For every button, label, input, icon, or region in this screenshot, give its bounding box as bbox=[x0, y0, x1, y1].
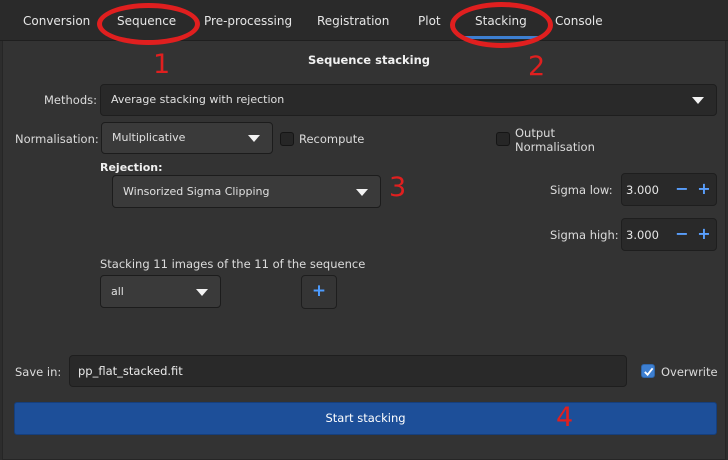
add-filter-button[interactable]: + bbox=[301, 275, 337, 309]
output-normalisation-label: Output Normalisation bbox=[515, 126, 595, 154]
checkmark-icon bbox=[644, 367, 654, 377]
tab-plot[interactable]: Plot bbox=[418, 0, 441, 40]
annotation-number-1: 1 bbox=[153, 49, 171, 80]
minus-icon[interactable]: − bbox=[674, 226, 690, 242]
plus-icon: + bbox=[311, 281, 327, 301]
page-title: Sequence stacking bbox=[308, 53, 431, 67]
plus-icon[interactable]: + bbox=[696, 226, 712, 242]
normalisation-dropdown[interactable]: Multiplicative bbox=[101, 122, 273, 154]
dropdown-arrow-icon bbox=[248, 135, 260, 142]
dropdown-arrow-icon bbox=[196, 288, 208, 296]
start-stacking-button[interactable]: Start stacking bbox=[14, 402, 717, 435]
methods-dropdown-value: Average stacking with rejection bbox=[111, 93, 285, 106]
recompute-checkbox[interactable] bbox=[280, 132, 294, 146]
annotation-ellipse-sequence bbox=[97, 3, 200, 45]
plus-icon[interactable]: + bbox=[696, 181, 712, 197]
save-in-label: Save in: bbox=[15, 365, 62, 379]
tab-pre-processing[interactable]: Pre-processing bbox=[204, 0, 292, 40]
annotation-number-2: 2 bbox=[528, 51, 546, 82]
normalisation-label: Normalisation: bbox=[15, 132, 99, 146]
minus-icon[interactable]: − bbox=[674, 181, 690, 197]
sigma-low-label: Sigma low: bbox=[550, 183, 613, 197]
output-filename-input[interactable]: pp_flat_stacked.fit bbox=[69, 355, 627, 387]
annotation-number-3: 3 bbox=[389, 172, 407, 203]
dropdown-arrow-icon bbox=[356, 188, 368, 196]
rejection-label: Rejection: bbox=[100, 161, 163, 174]
output-normalisation-label-line2: Normalisation bbox=[515, 140, 595, 154]
sigma-high-label: Sigma high: bbox=[550, 228, 619, 242]
normalisation-dropdown-value: Multiplicative bbox=[112, 131, 186, 144]
rejection-dropdown-value: Winsorized Sigma Clipping bbox=[123, 185, 270, 198]
annotation-number-4: 4 bbox=[556, 402, 574, 433]
sigma-high-spinbox[interactable]: 3.000 − + bbox=[621, 218, 717, 251]
recompute-label: Recompute bbox=[299, 132, 365, 146]
tab-console[interactable]: Console bbox=[555, 0, 603, 40]
overwrite-checkbox[interactable] bbox=[641, 364, 655, 378]
tab-conversion[interactable]: Conversion bbox=[23, 0, 90, 40]
output-normalisation-label-line1: Output bbox=[515, 126, 555, 140]
rejection-dropdown[interactable]: Winsorized Sigma Clipping bbox=[112, 175, 381, 208]
stacking-info-text: Stacking 11 images of the 11 of the sequ… bbox=[100, 257, 366, 271]
sigma-low-spinbox[interactable]: 3.000 − + bbox=[621, 173, 717, 206]
output-normalisation-checkbox[interactable] bbox=[496, 132, 510, 146]
methods-label: Methods: bbox=[44, 93, 97, 107]
overwrite-label: Overwrite bbox=[661, 365, 718, 379]
tab-registration[interactable]: Registration bbox=[317, 0, 389, 40]
methods-dropdown[interactable]: Average stacking with rejection bbox=[100, 84, 717, 116]
image-filter-value: all bbox=[111, 285, 124, 298]
sigma-low-value[interactable]: 3.000 bbox=[626, 183, 659, 197]
image-filter-dropdown[interactable]: all bbox=[100, 275, 221, 308]
annotation-ellipse-stacking bbox=[450, 2, 553, 48]
dropdown-arrow-icon bbox=[692, 97, 704, 104]
sigma-high-value[interactable]: 3.000 bbox=[626, 228, 659, 242]
